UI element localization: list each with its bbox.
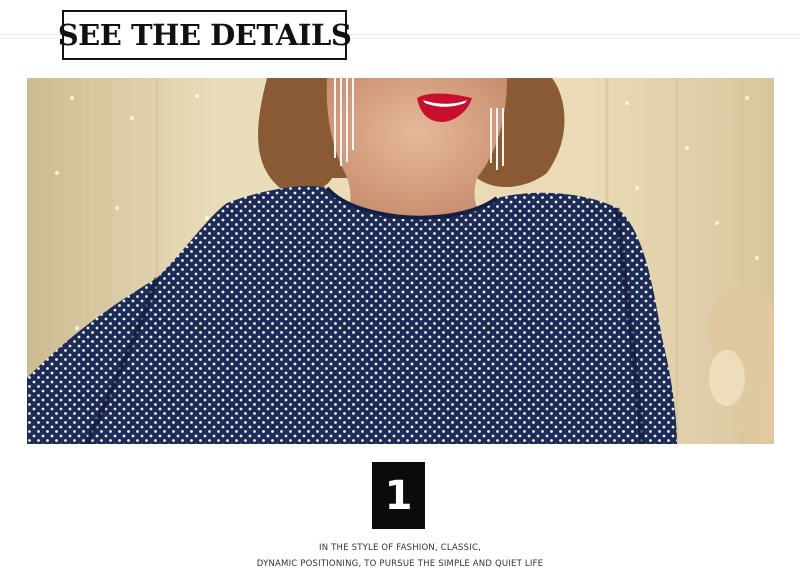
section-title-box: SEE THE DETAILS: [58, 10, 352, 60]
section-title: SEE THE DETAILS: [57, 18, 352, 52]
detail-number-badge: 1: [372, 462, 425, 529]
product-detail-photo: [27, 78, 774, 444]
detail-caption: IN THE STYLE OF FASHION, CLASSIC, DYNAMI…: [0, 540, 800, 572]
detail-number: 1: [384, 472, 413, 519]
caption-line-1: IN THE STYLE OF FASHION, CLASSIC,: [319, 543, 481, 553]
caption-line-2: DYNAMIC POSITIONING, TO PURSUE THE SIMPL…: [256, 559, 544, 569]
